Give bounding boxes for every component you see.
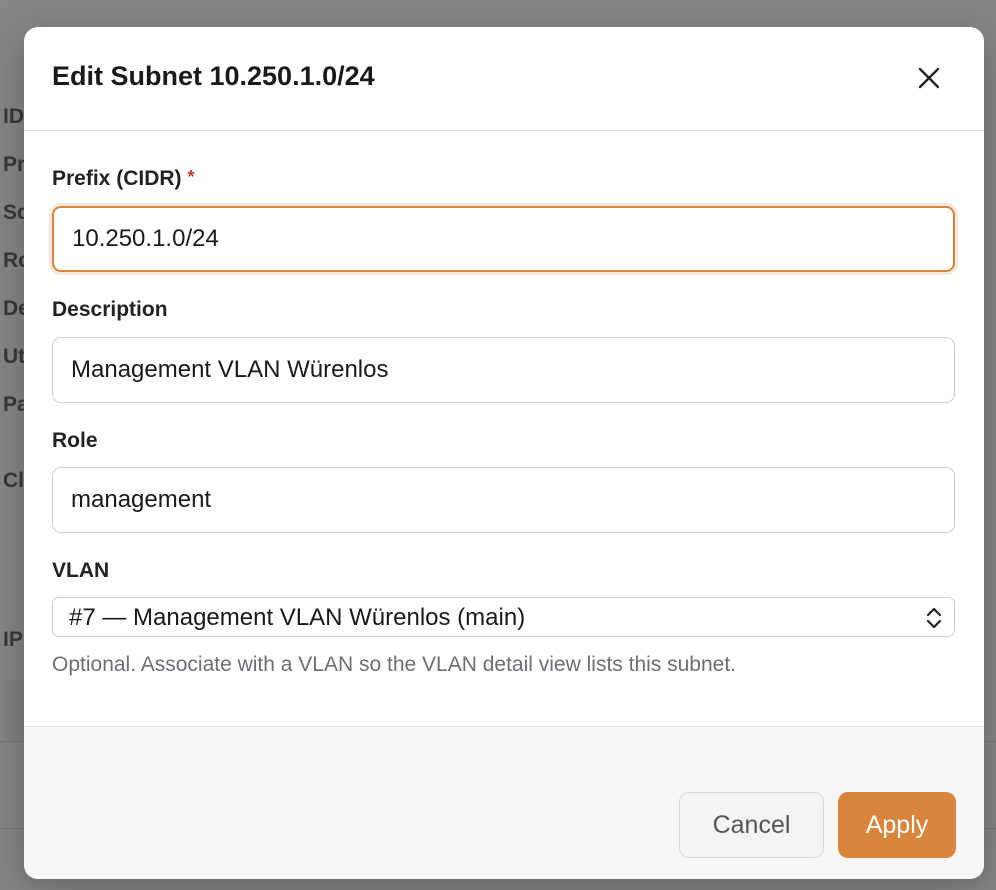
role-input[interactable] (52, 467, 955, 533)
description-label: Description (52, 298, 168, 321)
prefix-label: Prefix (CIDR) * (52, 167, 195, 191)
vlan-select[interactable]: #7 — Management VLAN Würenlos (main) (52, 597, 955, 637)
edit-subnet-modal: Edit Subnet 10.250.1.0/24 Prefix (CIDR) *… (24, 27, 984, 879)
required-mark: * (187, 167, 195, 187)
chevron-up-down-icon (926, 607, 942, 629)
modal-header: Edit Subnet 10.250.1.0/24 (24, 27, 984, 131)
modal-title: Edit Subnet 10.250.1.0/24 (52, 61, 375, 91)
apply-button[interactable]: Apply (838, 792, 956, 858)
close-icon (918, 67, 940, 89)
description-input[interactable] (52, 337, 955, 403)
prefix-label-text: Prefix (CIDR) (52, 167, 182, 190)
vlan-help-text: Optional. Associate with a VLAN so the V… (52, 653, 737, 676)
close-button[interactable] (914, 63, 944, 93)
role-label: Role (52, 429, 98, 452)
prefix-input[interactable] (52, 206, 955, 272)
modal-footer: Cancel Apply (24, 726, 984, 879)
cancel-button[interactable]: Cancel (679, 792, 824, 858)
vlan-label: VLAN (52, 559, 110, 582)
vlan-select-value: #7 — Management VLAN Würenlos (main) (69, 604, 526, 631)
